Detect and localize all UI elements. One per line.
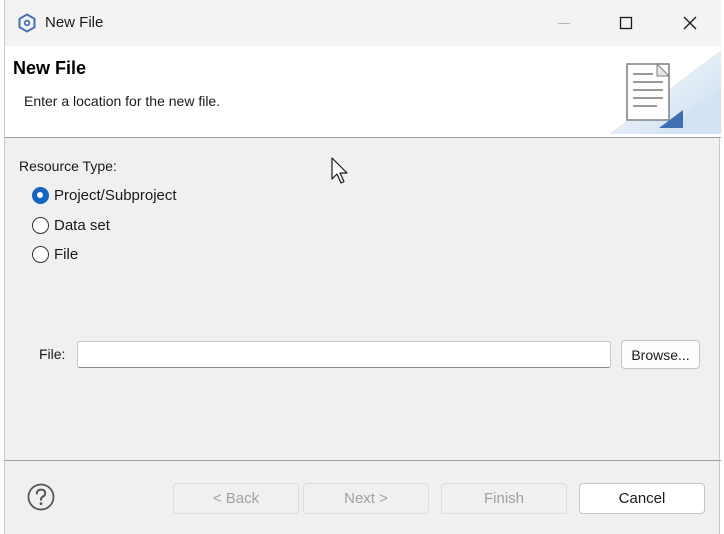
- window-title: New File: [45, 14, 104, 31]
- radio-label: Project/Subproject: [54, 186, 177, 204]
- resource-type-label: Resource Type:: [19, 158, 117, 174]
- new-file-wizard-icon: [609, 50, 721, 134]
- page-title: New File: [13, 58, 87, 78]
- next-button[interactable]: Next >: [303, 483, 429, 514]
- cancel-button[interactable]: Cancel: [579, 483, 705, 514]
- wizard-header: New File Enter a location for the new fi…: [5, 46, 721, 138]
- page-message: Enter a location for the new file.: [24, 93, 221, 109]
- file-label: File:: [39, 346, 66, 362]
- radio-button[interactable]: [32, 245, 49, 263]
- radio-label: File: [54, 245, 79, 263]
- minimize-button[interactable]: [541, 0, 587, 46]
- title-bar[interactable]: New File: [5, 0, 721, 46]
- radio-project-subproject[interactable]: Project/Subproject: [32, 184, 177, 206]
- radio-button[interactable]: [32, 216, 49, 234]
- footer-divider: [5, 460, 721, 461]
- help-icon[interactable]: [26, 482, 56, 512]
- mouse-cursor-icon: [331, 157, 348, 184]
- new-file-dialog: New File New File Enter a location for t…: [4, 0, 721, 534]
- browse-button[interactable]: Browse...: [621, 340, 700, 369]
- maximize-button[interactable]: [603, 0, 649, 46]
- close-button[interactable]: [667, 0, 713, 46]
- close-icon: [683, 16, 697, 30]
- radio-label: Data set: [54, 216, 110, 234]
- finish-button[interactable]: Finish: [441, 483, 567, 514]
- radio-data-set[interactable]: Data set: [32, 214, 110, 236]
- radio-file[interactable]: File: [32, 243, 78, 265]
- minimize-icon: [558, 23, 570, 24]
- app-icon: [18, 13, 36, 33]
- radio-button-checked[interactable]: [32, 186, 49, 204]
- maximize-icon: [619, 16, 633, 30]
- file-input[interactable]: [77, 341, 611, 368]
- back-button[interactable]: < Back: [173, 483, 299, 514]
